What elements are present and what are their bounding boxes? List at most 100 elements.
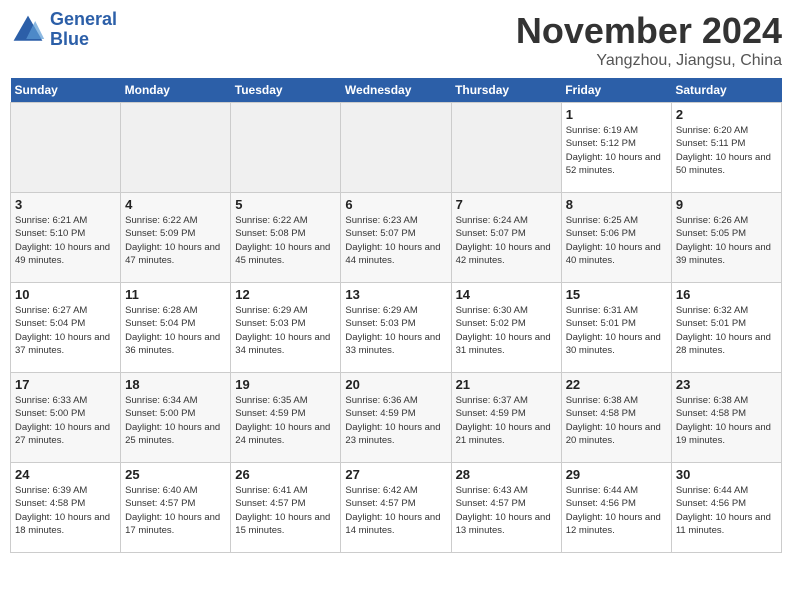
weekday-header: Saturday: [671, 78, 781, 103]
weekday-header: Thursday: [451, 78, 561, 103]
day-number: 10: [15, 287, 116, 302]
day-info: Sunrise: 6:23 AM Sunset: 5:07 PM Dayligh…: [345, 214, 446, 267]
day-number: 1: [566, 107, 667, 122]
weekday-header: Sunday: [11, 78, 121, 103]
day-number: 29: [566, 467, 667, 482]
day-number: 23: [676, 377, 777, 392]
calendar-day-cell: [121, 103, 231, 193]
day-number: 19: [235, 377, 336, 392]
day-info: Sunrise: 6:22 AM Sunset: 5:08 PM Dayligh…: [235, 214, 336, 267]
calendar-week-row: 10 Sunrise: 6:27 AM Sunset: 5:04 PM Dayli…: [11, 283, 782, 373]
logo-text: General Blue: [50, 10, 117, 50]
day-number: 27: [345, 467, 446, 482]
calendar-day-cell: 24Sunrise: 6:39 AM Sunset: 4:58 PM Dayli…: [11, 463, 121, 553]
day-number: 15: [566, 287, 667, 302]
calendar-day-cell: 23 Sunrise: 6:38 AM Sunset: 4:58 PM Dayli…: [671, 373, 781, 463]
calendar-day-cell: 7Sunrise: 6:24 AM Sunset: 5:07 PM Daylig…: [451, 193, 561, 283]
calendar-day-cell: 28 Sunrise: 6:43 AM Sunset: 4:57 PM Dayli…: [451, 463, 561, 553]
day-number: 21: [456, 377, 557, 392]
calendar-day-cell: 30 Sunrise: 6:44 AM Sunset: 4:56 PM Dayli…: [671, 463, 781, 553]
calendar-day-cell: [341, 103, 451, 193]
day-number: 30: [676, 467, 777, 482]
day-info: Sunrise: 6:43 AM Sunset: 4:57 PM Dayligh…: [456, 484, 557, 537]
day-info: Sunrise: 6:39 AM Sunset: 4:58 PM Dayligh…: [15, 484, 116, 537]
day-info: Sunrise: 6:28 AM Sunset: 5:04 PM Dayligh…: [125, 304, 226, 357]
day-number: 2: [676, 107, 777, 122]
day-info: Sunrise: 6:24 AM Sunset: 5:07 PM Dayligh…: [456, 214, 557, 267]
page-header: General Blue November 2024 Yangzhou, Jia…: [10, 10, 782, 70]
day-info: Sunrise: 6:38 AM Sunset: 4:58 PM Dayligh…: [676, 394, 777, 447]
calendar-day-cell: 4 Sunrise: 6:22 AM Sunset: 5:09 PM Daylig…: [121, 193, 231, 283]
calendar-day-cell: 11 Sunrise: 6:28 AM Sunset: 5:04 PM Dayli…: [121, 283, 231, 373]
day-info: Sunrise: 6:27 AM Sunset: 5:04 PM Dayligh…: [15, 304, 116, 357]
calendar-week-row: 3 Sunrise: 6:21 AM Sunset: 5:10 PM Daylig…: [11, 193, 782, 283]
calendar-day-cell: 20Sunrise: 6:36 AM Sunset: 4:59 PM Dayli…: [341, 373, 451, 463]
day-info: Sunrise: 6:29 AM Sunset: 5:03 PM Dayligh…: [345, 304, 446, 357]
calendar-day-cell: 19 Sunrise: 6:35 AM Sunset: 4:59 PM Dayli…: [231, 373, 341, 463]
day-number: 14: [456, 287, 557, 302]
calendar-day-cell: 26 Sunrise: 6:41 AM Sunset: 4:57 PM Dayli…: [231, 463, 341, 553]
calendar-table: SundayMondayTuesdayWednesdayThursdayFrid…: [10, 78, 782, 553]
day-number: 26: [235, 467, 336, 482]
calendar-day-cell: 22Sunrise: 6:38 AM Sunset: 4:58 PM Dayli…: [561, 373, 671, 463]
calendar-day-cell: 10 Sunrise: 6:27 AM Sunset: 5:04 PM Dayli…: [11, 283, 121, 373]
location: Yangzhou, Jiangsu, China: [516, 52, 782, 70]
calendar-day-cell: [451, 103, 561, 193]
calendar-day-cell: 9 Sunrise: 6:26 AM Sunset: 5:05 PM Daylig…: [671, 193, 781, 283]
calendar-day-cell: 8Sunrise: 6:25 AM Sunset: 5:06 PM Daylig…: [561, 193, 671, 283]
calendar-day-cell: 17Sunrise: 6:33 AM Sunset: 5:00 PM Dayli…: [11, 373, 121, 463]
calendar-day-cell: 16Sunrise: 6:32 AM Sunset: 5:01 PM Dayli…: [671, 283, 781, 373]
calendar-day-cell: 25 Sunrise: 6:40 AM Sunset: 4:57 PM Dayli…: [121, 463, 231, 553]
day-info: Sunrise: 6:20 AM Sunset: 5:11 PM Dayligh…: [676, 124, 777, 177]
day-number: 16: [676, 287, 777, 302]
day-info: Sunrise: 6:22 AM Sunset: 5:09 PM Dayligh…: [125, 214, 226, 267]
weekday-header: Tuesday: [231, 78, 341, 103]
day-number: 25: [125, 467, 226, 482]
calendar-week-row: 24Sunrise: 6:39 AM Sunset: 4:58 PM Dayli…: [11, 463, 782, 553]
day-number: 28: [456, 467, 557, 482]
weekday-header: Friday: [561, 78, 671, 103]
weekday-header: Monday: [121, 78, 231, 103]
calendar-day-cell: 3 Sunrise: 6:21 AM Sunset: 5:10 PM Daylig…: [11, 193, 121, 283]
day-number: 18: [125, 377, 226, 392]
calendar-day-cell: 13Sunrise: 6:29 AM Sunset: 5:03 PM Dayli…: [341, 283, 451, 373]
calendar-week-row: 1 Sunrise: 6:19 AM Sunset: 5:12 PM Daylig…: [11, 103, 782, 193]
logo: General Blue: [10, 10, 117, 50]
day-info: Sunrise: 6:21 AM Sunset: 5:10 PM Dayligh…: [15, 214, 116, 267]
calendar-day-cell: 5Sunrise: 6:22 AM Sunset: 5:08 PM Daylig…: [231, 193, 341, 283]
calendar-day-cell: 21 Sunrise: 6:37 AM Sunset: 4:59 PM Dayli…: [451, 373, 561, 463]
calendar-day-cell: 14 Sunrise: 6:30 AM Sunset: 5:02 PM Dayli…: [451, 283, 561, 373]
day-info: Sunrise: 6:37 AM Sunset: 4:59 PM Dayligh…: [456, 394, 557, 447]
day-info: Sunrise: 6:41 AM Sunset: 4:57 PM Dayligh…: [235, 484, 336, 537]
day-info: Sunrise: 6:36 AM Sunset: 4:59 PM Dayligh…: [345, 394, 446, 447]
day-info: Sunrise: 6:42 AM Sunset: 4:57 PM Dayligh…: [345, 484, 446, 537]
day-info: Sunrise: 6:19 AM Sunset: 5:12 PM Dayligh…: [566, 124, 667, 177]
logo-line2: Blue: [50, 29, 89, 49]
month-title: November 2024: [516, 10, 782, 52]
day-info: Sunrise: 6:44 AM Sunset: 4:56 PM Dayligh…: [566, 484, 667, 537]
calendar-day-cell: 18 Sunrise: 6:34 AM Sunset: 5:00 PM Dayli…: [121, 373, 231, 463]
calendar-day-cell: 1 Sunrise: 6:19 AM Sunset: 5:12 PM Daylig…: [561, 103, 671, 193]
day-number: 3: [15, 197, 116, 212]
calendar-day-cell: 27 Sunrise: 6:42 AM Sunset: 4:57 PM Dayli…: [341, 463, 451, 553]
day-number: 12: [235, 287, 336, 302]
calendar-day-cell: [231, 103, 341, 193]
day-info: Sunrise: 6:30 AM Sunset: 5:02 PM Dayligh…: [456, 304, 557, 357]
day-number: 4: [125, 197, 226, 212]
day-number: 11: [125, 287, 226, 302]
day-info: Sunrise: 6:31 AM Sunset: 5:01 PM Dayligh…: [566, 304, 667, 357]
weekday-header: Wednesday: [341, 78, 451, 103]
calendar-week-row: 17Sunrise: 6:33 AM Sunset: 5:00 PM Dayli…: [11, 373, 782, 463]
day-info: Sunrise: 6:33 AM Sunset: 5:00 PM Dayligh…: [15, 394, 116, 447]
day-info: Sunrise: 6:40 AM Sunset: 4:57 PM Dayligh…: [125, 484, 226, 537]
day-info: Sunrise: 6:44 AM Sunset: 4:56 PM Dayligh…: [676, 484, 777, 537]
day-info: Sunrise: 6:26 AM Sunset: 5:05 PM Dayligh…: [676, 214, 777, 267]
day-number: 8: [566, 197, 667, 212]
day-info: Sunrise: 6:29 AM Sunset: 5:03 PM Dayligh…: [235, 304, 336, 357]
weekday-header-row: SundayMondayTuesdayWednesdayThursdayFrid…: [11, 78, 782, 103]
day-info: Sunrise: 6:34 AM Sunset: 5:00 PM Dayligh…: [125, 394, 226, 447]
day-info: Sunrise: 6:38 AM Sunset: 4:58 PM Dayligh…: [566, 394, 667, 447]
calendar-day-cell: [11, 103, 121, 193]
day-info: Sunrise: 6:35 AM Sunset: 4:59 PM Dayligh…: [235, 394, 336, 447]
day-number: 9: [676, 197, 777, 212]
